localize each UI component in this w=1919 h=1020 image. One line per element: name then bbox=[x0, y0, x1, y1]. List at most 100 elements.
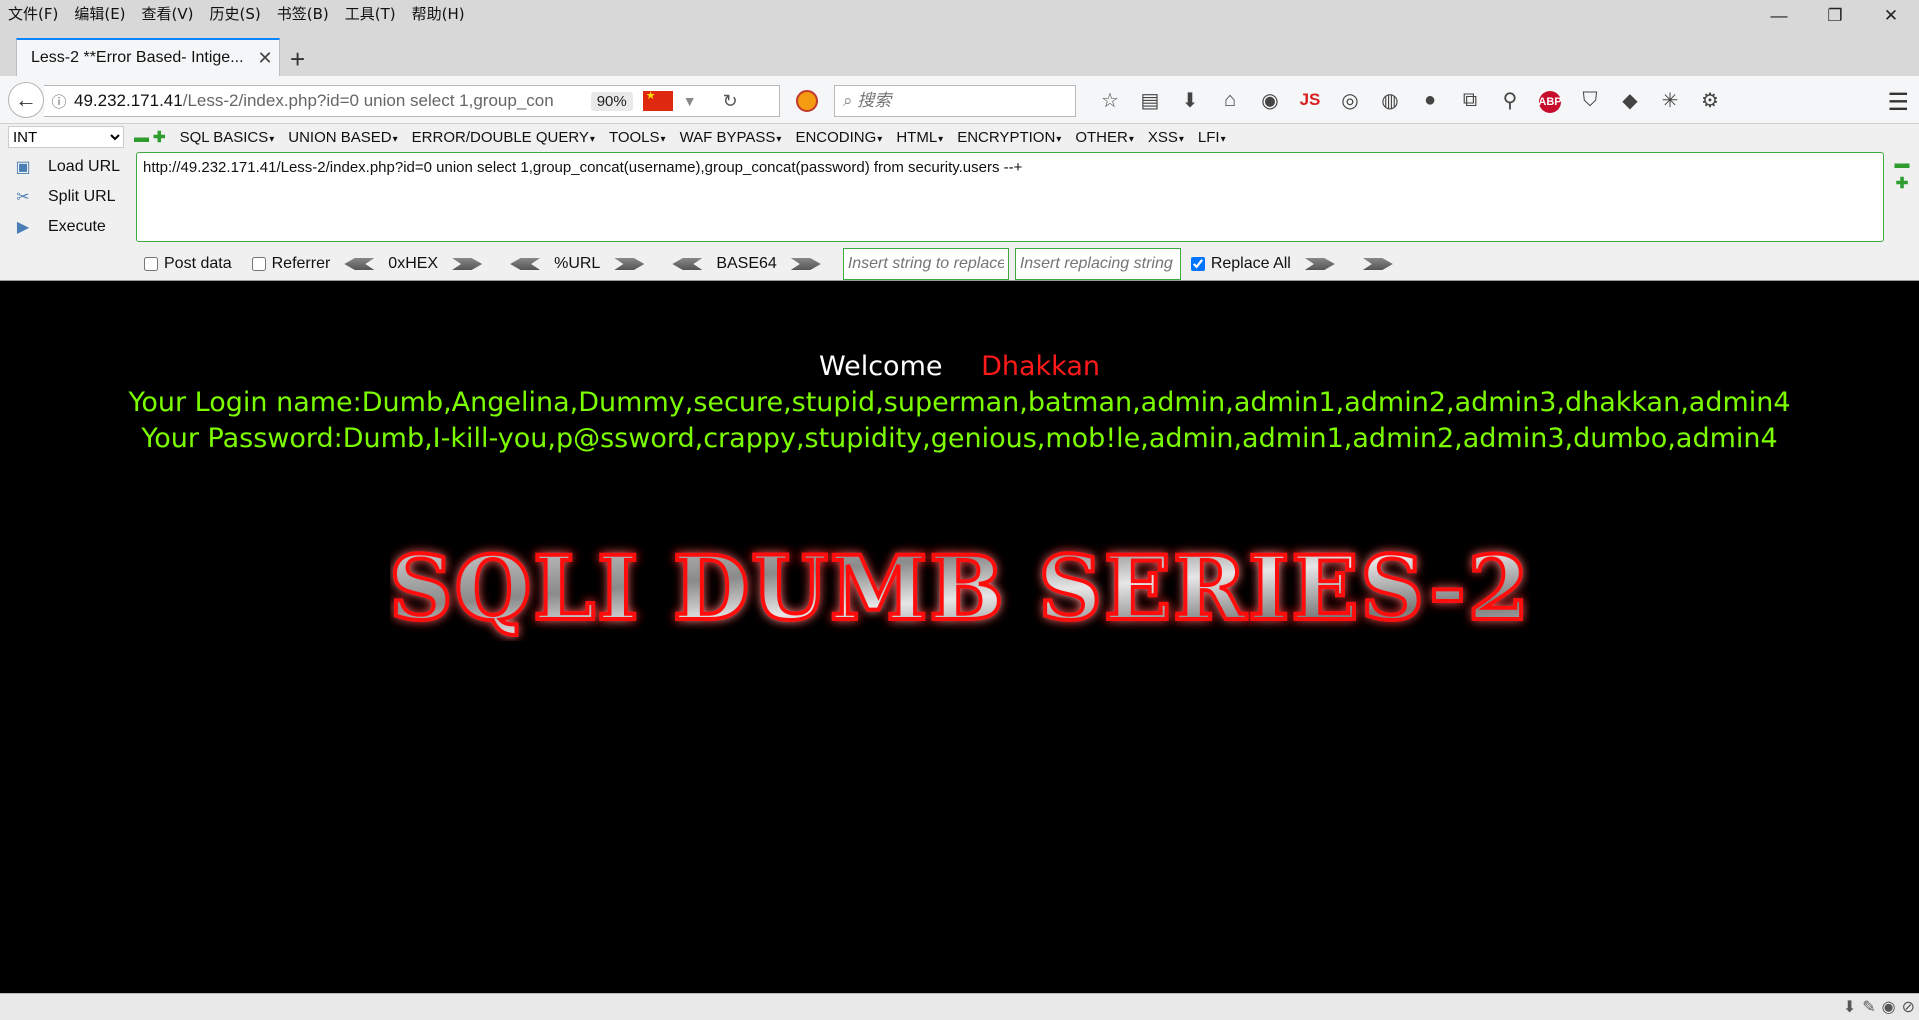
hackbar-menu-sql-basics[interactable]: SQL BASICS bbox=[180, 129, 275, 146]
hackbar-menu-row: INT ▬✚ SQL BASICS UNION BASED ERROR/DOUB… bbox=[0, 124, 1919, 150]
hackbar-menu-waf-bypass[interactable]: WAF BYPASS bbox=[680, 129, 782, 146]
hackbar-menu-error-double-query[interactable]: ERROR/DOUBLE QUERY bbox=[412, 129, 595, 146]
replace-all-check-input[interactable] bbox=[1190, 257, 1205, 271]
reload-icon[interactable]: ↻ bbox=[723, 91, 738, 112]
hackbar-menu-encoding[interactable]: ENCODING bbox=[795, 129, 882, 146]
referrer-checkbox[interactable]: Referrer bbox=[251, 255, 331, 273]
post-data-checkbox[interactable]: Post data bbox=[144, 255, 232, 273]
execute-button[interactable]: ▶ Execute bbox=[8, 212, 122, 242]
hackbar-menu-lfi[interactable]: LFI bbox=[1198, 129, 1226, 146]
hackbar-url-field[interactable]: http://49.232.171.41/Less-2/index.php?id… bbox=[136, 152, 1884, 242]
load-url-button[interactable]: ▣ Load URL bbox=[8, 152, 122, 182]
shield-icon[interactable]: ⛉ bbox=[1570, 89, 1610, 112]
hamburger-menu-icon[interactable]: ☰ bbox=[1887, 88, 1909, 117]
post-data-check-input[interactable] bbox=[144, 257, 158, 271]
zoom-icon[interactable]: ⚲ bbox=[1490, 88, 1530, 113]
url-bar[interactable]: ⓘ 49.232.171.41 /Less-2/index.php?id=0 u… bbox=[44, 85, 780, 117]
status-globe-icon[interactable]: ◉ bbox=[1882, 997, 1896, 1017]
plus-icon[interactable]: ✚ bbox=[153, 129, 166, 146]
hackbar-menu-xss[interactable]: XSS bbox=[1148, 129, 1184, 146]
menu-tools[interactable]: 工具(T) bbox=[337, 3, 404, 24]
welcome-name: Dhakkan bbox=[981, 351, 1100, 382]
split-url-button[interactable]: ✂ Split URL bbox=[8, 182, 122, 212]
hackbar-menu-encryption[interactable]: ENCRYPTION bbox=[957, 129, 1061, 146]
base64-decode-arrow-icon[interactable] bbox=[672, 258, 703, 270]
tab-active[interactable]: Less-2 **Error Based- Intige... ✕ bbox=[16, 38, 280, 76]
password-line: Your Password:Dumb,I-kill-you,p@ssword,c… bbox=[141, 423, 1778, 454]
welcome-text: Welcome bbox=[818, 351, 943, 382]
dropdown-arrow-icon[interactable]: ▼ bbox=[683, 93, 697, 109]
base64-label: BASE64 bbox=[716, 255, 777, 272]
extension-icon[interactable]: ✳ bbox=[1650, 88, 1690, 113]
menu-bar: 文件(F) 编辑(E) 查看(V) 历史(S) 书签(B) 工具(T) 帮助(H… bbox=[0, 0, 1919, 26]
url-path: /Less-2/index.php?id=0 union select 1,gr… bbox=[182, 91, 554, 110]
bookmark-star-icon[interactable]: ☆ bbox=[1090, 88, 1130, 113]
url-decode-arrow-icon[interactable] bbox=[510, 258, 541, 270]
base64-encode-arrow-icon[interactable] bbox=[790, 258, 821, 270]
split-url-label: Split URL bbox=[48, 188, 116, 205]
navigation-bar: ← ⓘ 49.232.171.41 /Less-2/index.php?id=0… bbox=[0, 76, 1919, 124]
load-url-label: Load URL bbox=[48, 158, 121, 175]
globe-icon[interactable]: ◉ bbox=[1250, 88, 1290, 113]
search-bar[interactable]: ⌕ bbox=[834, 85, 1076, 117]
replace-arrow-icon[interactable] bbox=[1304, 258, 1335, 270]
tab-title: Less-2 **Error Based- Intige... bbox=[31, 49, 244, 66]
zoom-level[interactable]: 90% bbox=[590, 91, 633, 111]
hackbar-menu-html[interactable]: HTML bbox=[896, 129, 943, 146]
replacing-string-input[interactable] bbox=[1014, 248, 1181, 280]
settings-gear-icon[interactable]: ⚙ bbox=[1690, 88, 1730, 113]
blocker-icon[interactable] bbox=[796, 90, 818, 112]
replace-all-arrow-icon[interactable] bbox=[1362, 258, 1393, 270]
url-encode-arrow-icon[interactable] bbox=[614, 258, 645, 270]
menu-history[interactable]: 历史(S) bbox=[202, 3, 269, 24]
status-block-icon[interactable]: ⊘ bbox=[1902, 997, 1915, 1017]
tab-close-icon[interactable]: ✕ bbox=[251, 48, 279, 69]
menu-view[interactable]: 查看(V) bbox=[134, 3, 202, 24]
javascript-icon[interactable]: JS bbox=[1290, 90, 1330, 110]
reading-list-icon[interactable]: ▤ bbox=[1130, 88, 1170, 113]
field-minus-icon[interactable]: ▬ bbox=[1894, 154, 1910, 174]
share-icon[interactable]: ⧉ bbox=[1450, 89, 1490, 112]
download-icon[interactable]: ⬇ bbox=[1170, 88, 1210, 113]
status-note-icon[interactable]: ✎ bbox=[1862, 997, 1875, 1017]
search-icon: ⌕ bbox=[843, 91, 858, 110]
split-url-icon: ✂ bbox=[16, 189, 30, 206]
execute-play-icon: ▶ bbox=[16, 219, 30, 236]
banner-text: SQLI DUMB SERIES-2 bbox=[390, 536, 1530, 640]
field-plus-icon[interactable]: ✚ bbox=[1894, 174, 1910, 194]
menu-file[interactable]: 文件(F) bbox=[0, 3, 66, 24]
adblock-icon[interactable]: ABP bbox=[1530, 88, 1570, 113]
layers-icon[interactable]: ◆ bbox=[1610, 88, 1650, 113]
cookie-icon[interactable]: ● bbox=[1410, 89, 1450, 112]
menu-help[interactable]: 帮助(H) bbox=[404, 3, 473, 24]
site-info-icon[interactable]: ⓘ bbox=[44, 91, 74, 112]
status-download-icon[interactable]: ⬇ bbox=[1843, 997, 1856, 1017]
back-button[interactable]: ← bbox=[8, 82, 44, 118]
china-flag-icon bbox=[642, 89, 673, 111]
search-input[interactable] bbox=[857, 91, 1058, 111]
replace-all-checkbox[interactable]: Replace All bbox=[1190, 255, 1291, 273]
hackbar-menu-other[interactable]: OTHER bbox=[1075, 129, 1134, 146]
referrer-label: Referrer bbox=[271, 255, 331, 272]
home-icon[interactable]: ⌂ bbox=[1210, 89, 1250, 112]
minus-icon[interactable]: ▬ bbox=[134, 129, 149, 146]
menu-edit[interactable]: 编辑(E) bbox=[66, 3, 133, 24]
browser-window: 文件(F) 编辑(E) 查看(V) 历史(S) 书签(B) 工具(T) 帮助(H… bbox=[0, 0, 1919, 1020]
url-encode-label: %URL bbox=[554, 255, 601, 272]
palette-icon[interactable]: ◍ bbox=[1370, 88, 1410, 113]
hackbar-menu-union-based[interactable]: UNION BASED bbox=[288, 129, 397, 146]
proxy-icon[interactable]: ◎ bbox=[1330, 88, 1370, 113]
replace-string-input[interactable] bbox=[842, 248, 1009, 280]
load-url-icon: ▣ bbox=[15, 159, 31, 176]
hex-encode-arrow-icon[interactable] bbox=[452, 258, 483, 270]
new-tab-button[interactable]: + bbox=[290, 44, 305, 75]
menu-bookmarks[interactable]: 书签(B) bbox=[269, 3, 337, 24]
hackbar-size-controls[interactable]: ▬ ✚ bbox=[134, 128, 166, 146]
hackbar-type-select[interactable]: INT bbox=[8, 126, 124, 148]
url-host: 49.232.171.41 bbox=[74, 91, 183, 110]
tab-strip: Less-2 **Error Based- Intige... ✕ + bbox=[0, 26, 1919, 76]
hackbar-menu-tools[interactable]: TOOLS bbox=[609, 129, 666, 146]
hex-decode-arrow-icon[interactable] bbox=[344, 258, 375, 270]
referrer-check-input[interactable] bbox=[251, 257, 266, 271]
back-arrow-icon: ← bbox=[15, 87, 37, 112]
